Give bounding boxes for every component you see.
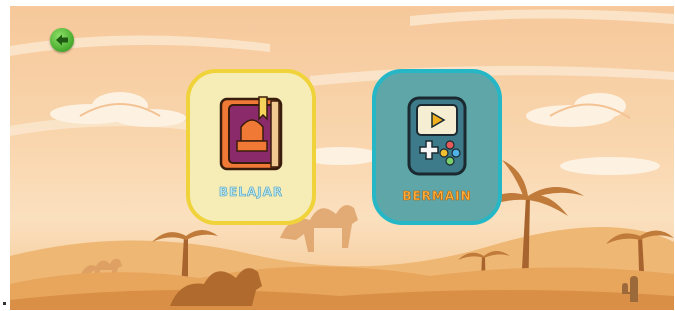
desert-scene: BELAJAR BERMAIN bbox=[10, 6, 674, 310]
book-icon bbox=[217, 95, 285, 177]
desert-background bbox=[10, 9, 674, 310]
back-arrow-icon bbox=[56, 34, 68, 46]
learn-menu-card[interactable]: BELAJAR bbox=[186, 69, 316, 225]
play-menu-card[interactable]: BERMAIN bbox=[372, 69, 502, 225]
learn-label: BELAJAR bbox=[218, 185, 284, 200]
play-label: BERMAIN bbox=[402, 189, 472, 204]
game-console-icon bbox=[406, 95, 468, 181]
back-button[interactable] bbox=[50, 28, 74, 52]
stray-dot bbox=[3, 302, 6, 305]
